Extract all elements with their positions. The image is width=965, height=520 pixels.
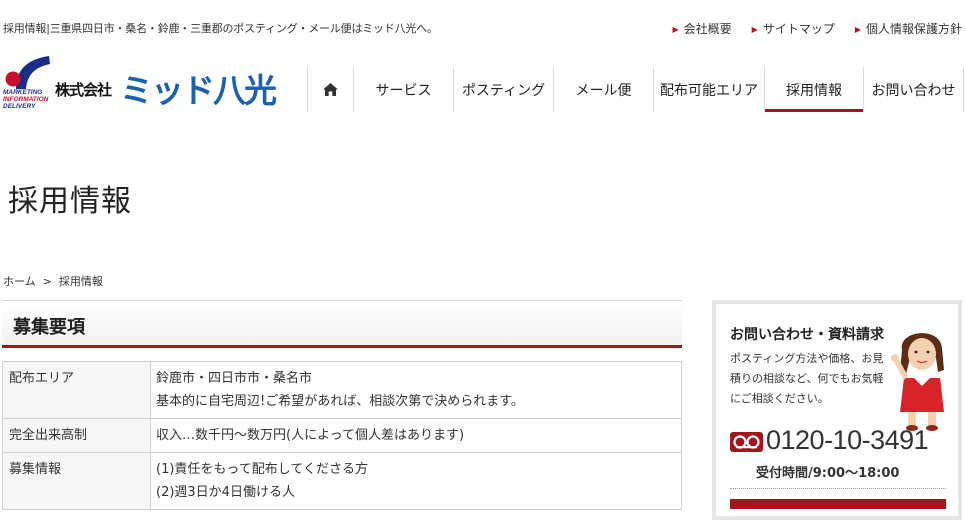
nav-item-home[interactable] bbox=[307, 67, 353, 112]
contact-box: お問い合わせ・資料請求 ポスティング方法や価格、お見積りの相談など、何でもお気軽… bbox=[712, 300, 962, 520]
section-header: 募集要項 bbox=[2, 300, 682, 348]
breadcrumb-current: 採用情報 bbox=[58, 275, 103, 288]
row-value: 鈴鹿市・四日市市・桑名市 基本的に自宅周辺!ご希望があれば、相談次第で決められま… bbox=[150, 361, 682, 419]
privacy-policy-link[interactable]: ▶ 個人情報保護方針 bbox=[855, 20, 962, 37]
freedial-icon bbox=[730, 432, 763, 452]
sitemap-link[interactable]: ▶ サイトマップ bbox=[752, 20, 835, 37]
arrow-right-icon: ▶ bbox=[751, 25, 758, 34]
site-logo[interactable]: MARKETING INFORMATION DELIVERY 株式会社 ミッド八… bbox=[2, 55, 280, 115]
section-title: 募集要項 bbox=[13, 317, 85, 338]
arrow-right-icon: ▶ bbox=[672, 25, 679, 34]
nav-label: 配布可能エリア bbox=[660, 82, 758, 99]
row-value: (1)責任をもって配布してくださる方 (2)週3日か4日働ける人 bbox=[150, 452, 682, 510]
nav-item-area[interactable]: 配布可能エリア bbox=[653, 67, 764, 112]
logo-tagline: MARKETING INFORMATION DELIVERY bbox=[3, 89, 48, 110]
table-row: 完全出来高制 収入…数千円〜数万円(人によって個人差はあります) bbox=[2, 418, 682, 453]
header-links: ▶ 会社概要 ▶ サイトマップ ▶ 個人情報保護方針 bbox=[672, 20, 962, 37]
row-value-line: 基本的に自宅周辺!ご希望があれば、相談次第で決められます。 bbox=[156, 394, 524, 409]
row-value-line: 鈴鹿市・四日市市・桑名市 bbox=[156, 371, 313, 386]
global-nav: サービス ポスティング メール便 配布可能エリア 採用情報 お問い合わせ bbox=[307, 67, 964, 112]
company-overview-link[interactable]: ▶ 会社概要 bbox=[672, 20, 731, 37]
contact-description: ポスティング方法や価格、お見積りの相談など、何でもお気軽にご相談ください。 bbox=[730, 352, 884, 405]
receptionist-illustration-icon bbox=[891, 333, 944, 431]
nav-item-service[interactable]: サービス bbox=[353, 67, 453, 112]
row-value-line: (1)責任をもって配布してくださる方 bbox=[156, 462, 368, 477]
company-overview-label: 会社概要 bbox=[683, 22, 732, 36]
divider bbox=[730, 488, 946, 489]
nav-label: お問い合わせ bbox=[871, 82, 956, 99]
sitemap-label: サイトマップ bbox=[762, 22, 835, 36]
table-row: 募集情報 (1)責任をもって配布してくださる方 (2)週3日か4日働ける人 bbox=[2, 452, 682, 510]
recruit-table: 配布エリア 鈴鹿市・四日市市・桑名市 基本的に自宅周辺!ご希望があれば、相談次第… bbox=[2, 361, 682, 510]
nav-item-mail[interactable]: メール便 bbox=[553, 67, 653, 112]
page-title: 採用情報 bbox=[8, 184, 132, 219]
nav-item-contact[interactable]: お問い合わせ bbox=[863, 67, 964, 112]
business-hours: 受付時間/9:00〜18:00 bbox=[756, 466, 900, 481]
phone-number[interactable]: 0120-10-3491 bbox=[766, 425, 929, 456]
privacy-policy-label: 個人情報保護方針 bbox=[865, 22, 962, 36]
nav-label: 採用情報 bbox=[786, 82, 842, 99]
logo-company-type: 株式会社 bbox=[55, 81, 112, 99]
row-label: 配布エリア bbox=[2, 361, 151, 419]
row-label: 完全出来高制 bbox=[2, 418, 151, 453]
row-value: 収入…数千円〜数万円(人によって個人差はあります) bbox=[150, 418, 682, 453]
arrow-right-icon: ▶ bbox=[854, 25, 861, 34]
logo-information-text: INFORMATION bbox=[3, 96, 49, 103]
breadcrumb: ホーム > 採用情報 bbox=[3, 273, 103, 289]
nav-item-recruit[interactable]: 採用情報 bbox=[764, 67, 863, 112]
nav-label: メール便 bbox=[575, 82, 632, 99]
home-icon bbox=[323, 83, 338, 96]
breadcrumb-separator: > bbox=[42, 275, 52, 288]
recruit-section: 募集要項 配布エリア 鈴鹿市・四日市市・桑名市 基本的に自宅周辺!ご希望があれば… bbox=[2, 300, 682, 510]
site-tagline: 採用情報|三重県四日市・桑名・鈴鹿・三重郡のポスティング・メール便はミッド八光へ… bbox=[3, 22, 438, 35]
row-label: 募集情報 bbox=[2, 452, 151, 510]
breadcrumb-home-link[interactable]: ホーム bbox=[3, 275, 36, 288]
row-value-line: 収入…数千円〜数万円(人によって個人差はあります) bbox=[156, 428, 465, 443]
table-row: 配布エリア 鈴鹿市・四日市市・桑名市 基本的に自宅周辺!ご希望があれば、相談次第… bbox=[2, 361, 682, 419]
logo-delivery-text: DELIVERY bbox=[3, 103, 36, 110]
logo-brand-name: ミッド八光 bbox=[120, 71, 277, 110]
nav-label: ポスティング bbox=[461, 82, 546, 99]
contact-title: お問い合わせ・資料請求 bbox=[730, 327, 884, 343]
contact-button[interactable] bbox=[730, 499, 946, 509]
nav-item-posting[interactable]: ポスティング bbox=[453, 67, 553, 112]
logo-marketing-text: MARKETING bbox=[3, 89, 43, 96]
nav-label: サービス bbox=[375, 82, 432, 99]
row-value-line: (2)週3日か4日働ける人 bbox=[156, 485, 295, 500]
